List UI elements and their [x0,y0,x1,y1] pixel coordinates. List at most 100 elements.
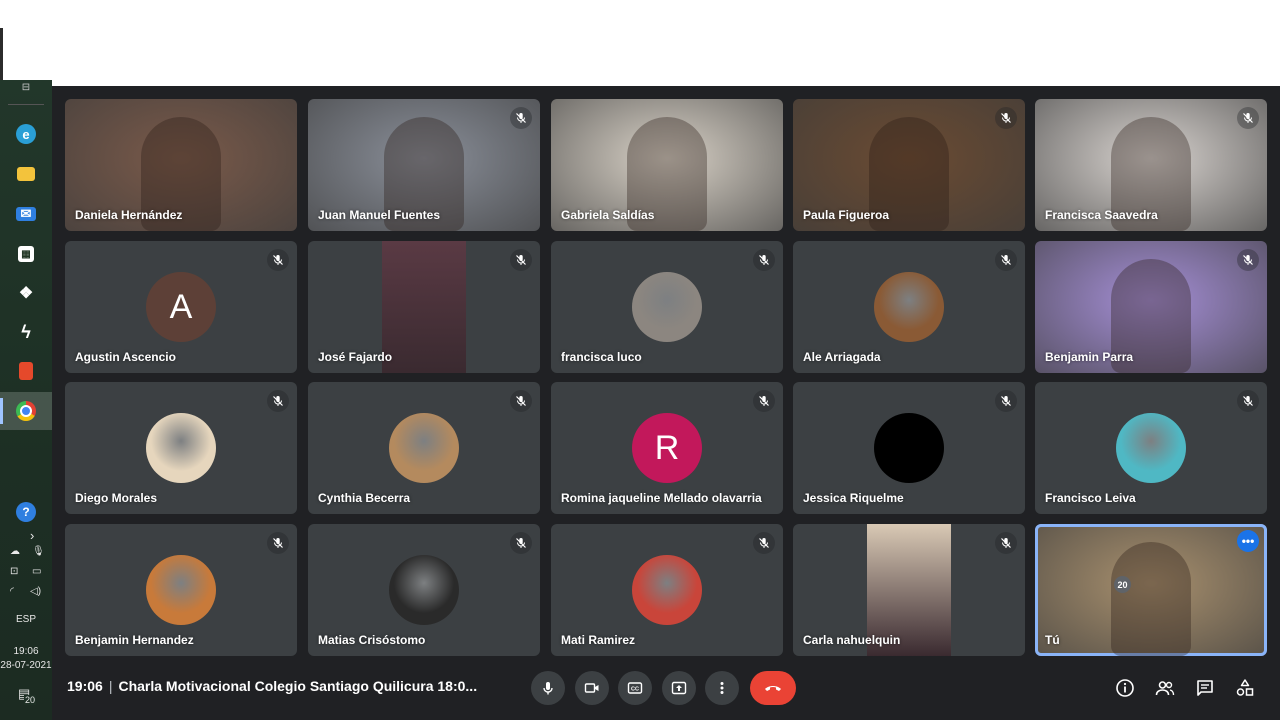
battery-icon[interactable]: ▭ [32,566,41,577]
participant-name: Mati Ramirez [561,633,636,647]
mic-off-icon [1237,107,1259,129]
taskbar-clock-time[interactable]: 19:06 [0,646,52,657]
present-screen-button[interactable] [662,671,696,705]
avatar-photo [389,413,459,483]
taskbar-app[interactable]: ϟ [0,313,52,351]
participant-tile-tu[interactable]: ••• Tú [1035,524,1267,656]
captions-button[interactable]: CC [618,671,652,705]
mic-off-icon [753,249,775,271]
participant-tile-cynthia-becerra[interactable]: Cynthia Becerra [308,382,540,514]
hang-up-icon [765,686,781,691]
meeting-control-bar: 19:06 | Charla Motivacional Colegio Santia… [52,656,1280,720]
mic-off-icon [267,390,289,412]
participant-name: Francisca Saavedra [1045,208,1158,222]
taskbar-file-explorer[interactable] [0,155,52,193]
more-options-button[interactable] [705,671,739,705]
participant-tile-jessica-riquelme[interactable]: Jessica Riquelme [793,382,1025,514]
microphone-button[interactable] [531,671,565,705]
participant-name: Ale Arriagada [803,350,881,364]
participant-tile-diego-morales[interactable]: Diego Morales [65,382,297,514]
participant-tile-francisca-luco[interactable]: francisca luco [551,241,783,373]
mic-off-icon [995,532,1017,554]
participant-tile-paula-figueroa[interactable]: Paula Figueroa [793,99,1025,231]
chat-icon [1197,680,1213,696]
meeting-details[interactable]: 19:06 | Charla Motivacional Colegio Santia… [67,678,477,694]
mic-off-icon [510,390,532,412]
language-indicator[interactable]: ESP [0,614,52,625]
taskbar-divider [8,104,44,105]
taskbar-store[interactable]: ▦ [0,235,52,273]
mic-off-icon [267,532,289,554]
participant-name: Matias Crisóstomo [318,633,426,647]
participant-tile-francisco-leiva[interactable]: Francisco Leiva [1035,382,1267,514]
avatar-photo [389,555,459,625]
participant-tile-benjamin-hernandez[interactable]: Benjamin Hernandez [65,524,297,656]
mic-off-icon [753,532,775,554]
participant-name: Romina jaqueline Mellado olavarria [561,491,762,505]
onedrive-icon[interactable]: ☁ [10,546,20,557]
more-vert-icon [720,682,724,694]
chat-button[interactable] [1193,676,1217,700]
meeting-clock: 19:06 [67,678,103,694]
participant-tile-mati-ramirez[interactable]: Mati Ramirez [551,524,783,656]
activities-button[interactable] [1233,676,1257,700]
info-icon [1116,679,1134,697]
microphone-icon[interactable]: 🎙 [32,546,45,557]
participant-tile-gabriela-saldias[interactable]: Gabriela Saldías [551,99,783,231]
participant-tile-matias-crisostomo[interactable]: Matias Crisóstomo [308,524,540,656]
participant-name: Cynthia Becerra [318,491,411,505]
participant-tile-romina-jaqueline-mellado-olavarria[interactable]: R Romina jaqueline Mellado olavarria [551,382,783,514]
people-icon [1155,681,1175,696]
participant-tile-carla-nahuelquin[interactable]: Carla nahuelquin [793,524,1025,656]
participants-button[interactable] [1153,676,1177,700]
taskbar-edge[interactable]: e [0,115,52,153]
mic-off-icon [1237,390,1259,412]
taskbar-clock-date[interactable]: 28-07-2021 [0,660,52,671]
participant-name: Daniela Hernández [75,208,183,222]
video-feed [382,241,466,373]
video-feed [1111,542,1191,656]
windows-taskbar: ⊟ e ✉ ▦ ❖ ϟ ? › ☁ 🎙 ⊡ ▭ ◜ ◁) ESP 19:06 2… [0,80,52,720]
participant-name: Carla nahuelquin [803,633,901,647]
taskbar-mail[interactable]: ✉ [0,195,52,233]
mic-off-icon [267,249,289,271]
taskbar-office[interactable] [0,352,52,390]
chrome-icon [16,401,36,421]
camera-icon [584,683,599,693]
tile-more-options-icon[interactable]: ••• [1237,530,1259,552]
participant-tile-benjamin-parra[interactable]: Benjamin Parra [1035,241,1267,373]
mail-icon: ✉ [16,206,36,221]
leave-call-button[interactable] [750,671,796,705]
participant-tile-daniela-hernandez[interactable]: Daniela Hernández [65,99,297,231]
svg-text:CC: CC [631,687,639,693]
mic-off-icon [1237,249,1259,271]
camera-button[interactable] [575,671,609,705]
participant-tile-agustin-ascencio[interactable]: A Agustin Ascencio [65,241,297,373]
participant-name: Benjamin Hernandez [75,633,194,647]
participant-name: Jessica Riquelme [803,491,904,505]
mic-off-icon [753,390,775,412]
window-edge-line [0,28,3,82]
security-icon[interactable]: ⊡ [10,566,18,577]
activities-icon [1236,679,1254,696]
help-icon: ? [16,502,36,522]
mic-off-icon [510,249,532,271]
meeting-details-button[interactable] [1113,676,1137,700]
participant-tile-juan-manuel-fuentes[interactable]: Juan Manuel Fuentes [308,99,540,231]
taskbar-help[interactable]: ? [0,494,52,530]
participant-name: Diego Morales [75,491,158,505]
participant-name: Gabriela Saldías [561,208,655,222]
show-hidden-icons-chevron[interactable]: › [30,528,34,543]
participant-tile-jose-fajardo[interactable]: José Fajardo [308,241,540,373]
taskbar-chrome[interactable] [0,392,52,430]
avatar-photo [146,555,216,625]
taskbar-top-icon[interactable]: ⊟ [0,80,52,94]
participant-tile-ale-arriagada[interactable]: Ale Arriagada [793,241,1025,373]
taskbar-dropbox[interactable]: ❖ [0,274,52,312]
wifi-icon[interactable]: ◜ [10,586,14,597]
participant-name: Juan Manuel Fuentes [318,208,441,222]
participant-tile-francisca-saavedra[interactable]: Francisca Saavedra [1035,99,1267,231]
volume-icon[interactable]: ◁) [30,586,41,597]
app-icon: ϟ [21,321,31,342]
store-icon: ▦ [18,246,34,262]
